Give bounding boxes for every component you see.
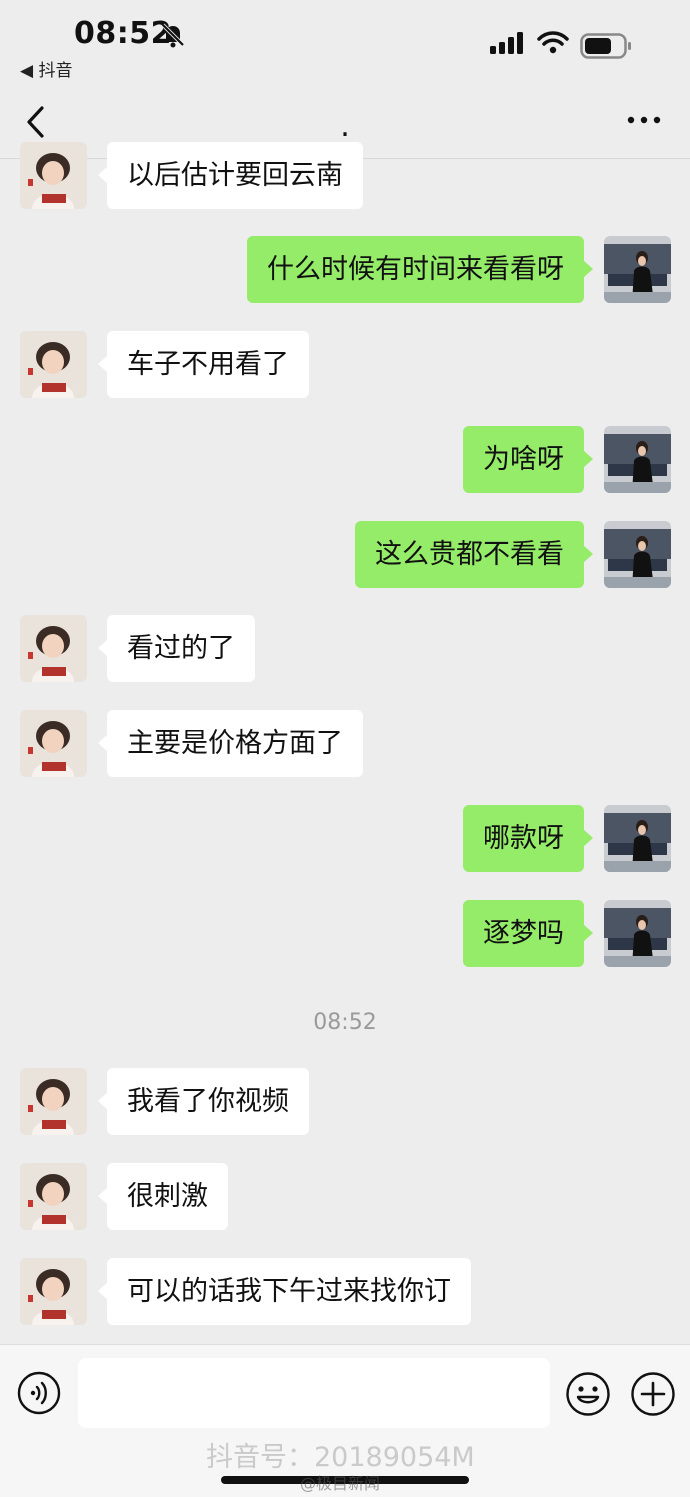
message-sent: 什么时候有时间来看看呀: [0, 236, 690, 304]
message-bubble[interactable]: 看过的了: [98, 615, 255, 682]
message-bubble[interactable]: 我看了你视频: [98, 1068, 309, 1135]
contact-avatar[interactable]: [20, 1068, 87, 1135]
plus-circle-icon[interactable]: [630, 1371, 676, 1417]
watermark-douyin-id: 抖音号：20189054M: [206, 1442, 475, 1473]
signal-bars-icon: [490, 32, 523, 54]
message-bubble[interactable]: 哪款呀: [463, 805, 593, 872]
message-bubble[interactable]: 以后估计要回云南: [98, 142, 363, 209]
contact-avatar[interactable]: [20, 615, 87, 682]
message-timestamp: 08:52: [313, 1010, 377, 1035]
message-received: 以后估计要回云南: [0, 142, 690, 210]
status-bar: 08:52 ◀ 抖音: [0, 0, 690, 84]
message-received: 看过的了: [0, 615, 690, 683]
message-received: 车子不用看了: [0, 331, 690, 399]
ellipsis-icon[interactable]: [626, 110, 662, 130]
message-bubble[interactable]: 这么贵都不看看: [355, 521, 593, 588]
contact-avatar[interactable]: [20, 142, 87, 209]
voice-icon[interactable]: [17, 1371, 61, 1415]
my-avatar[interactable]: [604, 900, 671, 967]
message-bubble[interactable]: 很刺激: [98, 1163, 228, 1230]
message-bubble[interactable]: 什么时候有时间来看看呀: [247, 236, 593, 303]
message-sent: 这么贵都不看看: [0, 521, 690, 589]
message-sent: 哪款呀: [0, 805, 690, 873]
my-avatar[interactable]: [604, 521, 671, 588]
message-bubble[interactable]: 可以的话我下午过来找你订: [98, 1258, 471, 1325]
watermark-source: @极目新闻: [300, 1474, 381, 1493]
contact-avatar[interactable]: [20, 1163, 87, 1230]
message-bubble[interactable]: 为啥呀: [463, 426, 593, 493]
message-received: 很刺激: [0, 1163, 690, 1231]
message-bubble[interactable]: 逐梦吗: [463, 900, 593, 967]
message-received: 主要是价格方面了: [0, 710, 690, 778]
status-time: 08:52: [74, 16, 172, 51]
message-input[interactable]: [78, 1358, 550, 1428]
wifi-icon: [537, 31, 569, 54]
back-to-app-link[interactable]: ◀ 抖音: [20, 56, 72, 81]
battery-icon: [580, 33, 631, 59]
my-avatar[interactable]: [604, 805, 671, 872]
chat-title: .: [340, 109, 350, 144]
message-received: 可以的话我下午过来找你订: [0, 1258, 690, 1326]
message-bubble[interactable]: 车子不用看了: [98, 331, 309, 398]
contact-avatar[interactable]: [20, 1258, 87, 1325]
my-avatar[interactable]: [604, 426, 671, 493]
smiley-icon[interactable]: [565, 1371, 611, 1417]
message-received: 我看了你视频: [0, 1068, 690, 1136]
contact-avatar[interactable]: [20, 710, 87, 777]
message-sent: 为啥呀: [0, 426, 690, 494]
contact-avatar[interactable]: [20, 331, 87, 398]
message-sent: 逐梦吗: [0, 900, 690, 968]
my-avatar[interactable]: [604, 236, 671, 303]
message-bubble[interactable]: 主要是价格方面了: [98, 710, 363, 777]
bell-slash-icon: [161, 23, 185, 48]
